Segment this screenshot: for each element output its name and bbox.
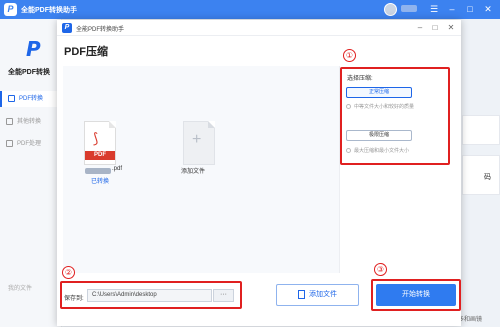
page-title: PDF压缩 bbox=[64, 46, 108, 58]
add-file-tile-label: 添加文件 bbox=[181, 169, 206, 175]
footer-text: 多和画镜 bbox=[458, 317, 483, 323]
bg-card-text: 码 bbox=[484, 174, 491, 181]
username-badge[interactable] bbox=[401, 5, 417, 12]
add-file-tile[interactable]: + bbox=[183, 121, 215, 165]
sidebar-app-name: 全能PDF转换 bbox=[8, 69, 50, 76]
other-convert-icon bbox=[6, 117, 13, 125]
pdf-process-icon bbox=[6, 139, 13, 147]
app-logo-icon: P bbox=[4, 3, 17, 16]
dialog-titlebar: P 全能PDF转换助手 – □ ✕ bbox=[57, 20, 461, 36]
add-file-button[interactable]: 添加文件 bbox=[276, 284, 359, 306]
file-icon bbox=[298, 289, 305, 299]
sidebar-item-pdf-process[interactable]: PDF处理 bbox=[0, 136, 62, 152]
annotation-box-3 bbox=[371, 279, 461, 311]
app-titlebar: P 全能PDF转换助手 ☰ – □ ✕ bbox=[0, 0, 500, 19]
dialog-title: 全能PDF转换助手 bbox=[76, 27, 125, 33]
sidebar-item-other-convert[interactable]: 其他转换 bbox=[0, 114, 62, 130]
sidebar-logo-icon: P bbox=[26, 37, 41, 61]
sidebar-item-pdf-convert[interactable]: PDF转换 bbox=[0, 91, 62, 107]
minimize-icon[interactable]: – bbox=[446, 3, 458, 15]
menu-icon[interactable]: ☰ bbox=[428, 3, 440, 15]
plus-icon: + bbox=[192, 131, 202, 148]
bg-card bbox=[462, 115, 500, 145]
pdf-convert-icon bbox=[8, 94, 15, 102]
close-icon[interactable]: ✕ bbox=[482, 3, 494, 15]
dialog-minimize-icon[interactable]: – bbox=[414, 22, 426, 34]
annotation-number-1: ① bbox=[343, 49, 356, 62]
file-status: 已转换 bbox=[91, 179, 110, 185]
file-list-area: ⟆ PDF .pdf 已转换 + 添加文件 bbox=[63, 66, 383, 273]
bg-card bbox=[462, 155, 500, 195]
sidebar-my-files[interactable]: 我的文件 bbox=[8, 283, 32, 292]
avatar[interactable] bbox=[384, 3, 397, 16]
pdf-badge: PDF bbox=[85, 151, 115, 160]
file-name-redacted bbox=[85, 168, 111, 174]
annotation-number-3: ③ bbox=[374, 263, 387, 276]
sidebar: P 全能PDF转换 PDF转换 其他转换 PDF处理 我的文件 bbox=[0, 19, 62, 327]
dialog-logo-icon: P bbox=[62, 23, 72, 33]
file-name-suffix: .pdf bbox=[112, 166, 123, 172]
annotation-box-1 bbox=[340, 67, 450, 165]
app-title: 全能PDF转换助手 bbox=[21, 7, 77, 14]
annotation-box-2 bbox=[60, 281, 242, 309]
acrobat-icon: ⟆ bbox=[93, 130, 99, 146]
dialog-close-icon[interactable]: ✕ bbox=[445, 22, 457, 34]
annotation-number-2: ② bbox=[62, 266, 75, 279]
dialog-maximize-icon[interactable]: □ bbox=[429, 22, 441, 34]
pdf-file-thumbnail[interactable]: ⟆ PDF bbox=[84, 121, 116, 165]
maximize-icon[interactable]: □ bbox=[464, 3, 476, 15]
